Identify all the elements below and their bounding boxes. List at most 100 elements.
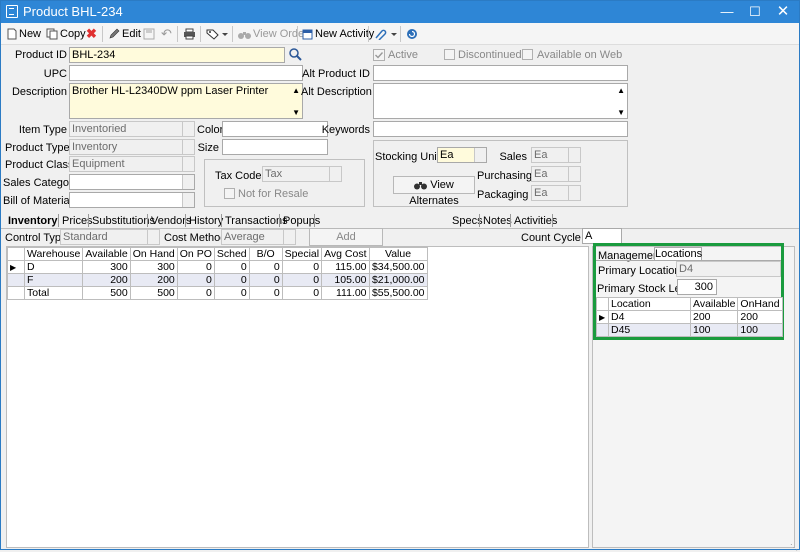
size-field[interactable] <box>222 139 328 155</box>
stocking-unit-select[interactable]: Ea <box>437 147 487 163</box>
alt-product-id-field[interactable] <box>373 65 628 81</box>
tag-dropdown-icon[interactable] <box>206 26 228 42</box>
col-onhand-header[interactable]: OnHand <box>737 297 783 311</box>
primary-location-select[interactable]: D4 <box>676 261 781 277</box>
product-id-field[interactable]: BHL-234 <box>69 47 285 63</box>
col-sched-header[interactable]: Sched <box>213 247 250 261</box>
discontinued-checkbox[interactable] <box>444 49 455 60</box>
attachment-dropdown-icon[interactable] <box>373 26 397 42</box>
col-avg-cost-header[interactable]: Avg Cost <box>321 247 370 261</box>
refresh-icon[interactable] <box>406 26 418 42</box>
keywords-field[interactable] <box>373 121 628 137</box>
bill-of-materials-label: Bill of Materials <box>3 195 78 207</box>
warehouse-grid: Warehouse Available On Hand On PO Sched … <box>7 247 428 300</box>
undo-icon[interactable]: ↶ <box>161 26 172 42</box>
size-label: Size <box>197 142 219 154</box>
app-icon <box>6 5 18 18</box>
purchasing-unit-label: Purchasing <box>477 170 533 182</box>
scroll-down-icon[interactable]: ▼ <box>292 106 300 118</box>
col-on-po-header[interactable]: On PO <box>176 247 215 261</box>
search-icon[interactable] <box>289 48 302 61</box>
active-checkbox[interactable] <box>373 49 385 61</box>
cost-method-label: Cost Method <box>164 232 227 244</box>
col-location-header[interactable]: Location <box>608 297 691 311</box>
upc-field[interactable] <box>69 65 303 81</box>
tab-inventory[interactable]: Inventory <box>8 215 58 227</box>
new-button[interactable]: New <box>7 26 41 42</box>
tab-history[interactable]: History <box>189 215 223 227</box>
not-for-resale-label: Not for Resale <box>238 188 309 200</box>
description-text: Brother HL-L2340DW ppm Laser Printer <box>72 85 269 97</box>
col-available-header[interactable]: Available <box>689 297 739 311</box>
binoculars-icon <box>414 182 428 190</box>
control-type-select[interactable]: Standard <box>60 229 160 245</box>
copy-icon <box>46 28 58 40</box>
table-row-total: Total 500 500 0 0 0 0 111.00 $55,500.00 <box>7 286 428 300</box>
table-row[interactable]: ▶ D 300 300 0 0 0 0 115.00 $34,500.00 <box>7 260 428 274</box>
grid-selector-header <box>7 247 25 261</box>
new-activity-button[interactable]: New Activity <box>302 26 374 42</box>
bill-of-materials-select[interactable] <box>69 192 195 208</box>
tax-code-select[interactable]: Tax <box>262 166 342 182</box>
tab-specs[interactable]: Specs <box>452 215 483 227</box>
col-value-header[interactable]: Value <box>368 247 428 261</box>
tab-activities[interactable]: Activities <box>514 215 557 227</box>
item-type-select[interactable]: Inventoried <box>69 121 195 137</box>
sales-unit-select[interactable]: Ea <box>531 147 581 163</box>
copy-button[interactable]: Copy <box>46 26 86 42</box>
binoculars-icon <box>238 31 251 39</box>
product-id-label: Product ID <box>15 49 67 61</box>
table-row[interactable]: F 200 200 0 0 0 0 105.00 $21,000.00 <box>7 273 428 287</box>
add-warehouse-button[interactable]: Add Warehouse <box>309 228 383 259</box>
col-warehouse-header[interactable]: Warehouse <box>23 247 84 261</box>
item-type-label: Item Type <box>18 124 67 136</box>
resize-grip-icon[interactable]: ⋱ <box>790 543 798 552</box>
table-row[interactable]: D45 100 100 <box>596 323 783 337</box>
sales-unit-label: Sales <box>499 151 527 163</box>
control-type-label: Control Type <box>5 232 68 244</box>
alt-description-field[interactable]: ▲ ▼ <box>373 83 628 119</box>
primary-stock-level-field[interactable]: 300 <box>677 279 717 295</box>
col-bo-header[interactable]: B/O <box>248 247 283 261</box>
delete-icon[interactable]: ✖ <box>86 26 97 42</box>
scroll-up-icon[interactable]: ▲ <box>292 84 300 98</box>
tab-notes[interactable]: Notes <box>483 215 512 227</box>
purchasing-unit-select[interactable]: Ea <box>531 166 581 182</box>
print-icon[interactable] <box>183 26 196 42</box>
cost-method-select[interactable]: Average <box>221 229 296 245</box>
title-bar: Product BHL-234 — ☐ ✕ <box>1 1 799 23</box>
product-type-select[interactable]: Inventory <box>69 139 195 155</box>
col-on-hand-header[interactable]: On Hand <box>129 247 178 261</box>
table-row[interactable]: ▶ D4 200 200 <box>596 310 783 324</box>
minimize-button[interactable]: — <box>713 1 741 23</box>
color-label: Color <box>197 124 224 136</box>
tab-locations[interactable]: Locations <box>654 247 702 261</box>
description-field[interactable]: Brother HL-L2340DW ppm Laser Printer ▲ ▼ <box>69 83 303 119</box>
col-available-header[interactable]: Available <box>82 247 131 261</box>
description-label: Description <box>11 86 67 98</box>
product-type-label: Product Type <box>5 142 70 154</box>
discontinued-label: Discontinued <box>458 49 522 61</box>
scroll-up-icon[interactable]: ▲ <box>617 84 625 98</box>
scroll-down-icon[interactable]: ▼ <box>617 106 625 118</box>
tab-substitutions[interactable]: Substitutions <box>92 215 155 227</box>
pencil-icon <box>109 28 120 39</box>
packaging-unit-select[interactable]: Ea <box>531 185 581 201</box>
close-button[interactable]: ✕ <box>769 1 797 23</box>
view-alternates-button[interactable]: View Alternates <box>393 176 475 207</box>
new-document-icon <box>7 28 17 40</box>
count-cycle-field[interactable]: A <box>582 228 622 244</box>
tax-code-label: Tax Code <box>215 170 262 182</box>
not-for-resale-checkbox[interactable] <box>224 188 235 199</box>
product-class-select[interactable]: Equipment <box>69 156 195 172</box>
product-class-label: Product Class <box>5 159 74 171</box>
col-special-header[interactable]: Special <box>281 247 323 261</box>
sales-category-select[interactable] <box>69 174 195 190</box>
edit-button[interactable]: Edit <box>108 26 141 42</box>
locations-grid: Location Available OnHand ▶ D4 200 200 D… <box>596 297 783 337</box>
color-field[interactable] <box>222 121 328 137</box>
count-cycle-label: Count Cycle <box>521 232 581 244</box>
available-on-web-checkbox[interactable] <box>522 49 533 60</box>
maximize-button[interactable]: ☐ <box>741 1 769 23</box>
save-icon[interactable] <box>143 26 155 42</box>
